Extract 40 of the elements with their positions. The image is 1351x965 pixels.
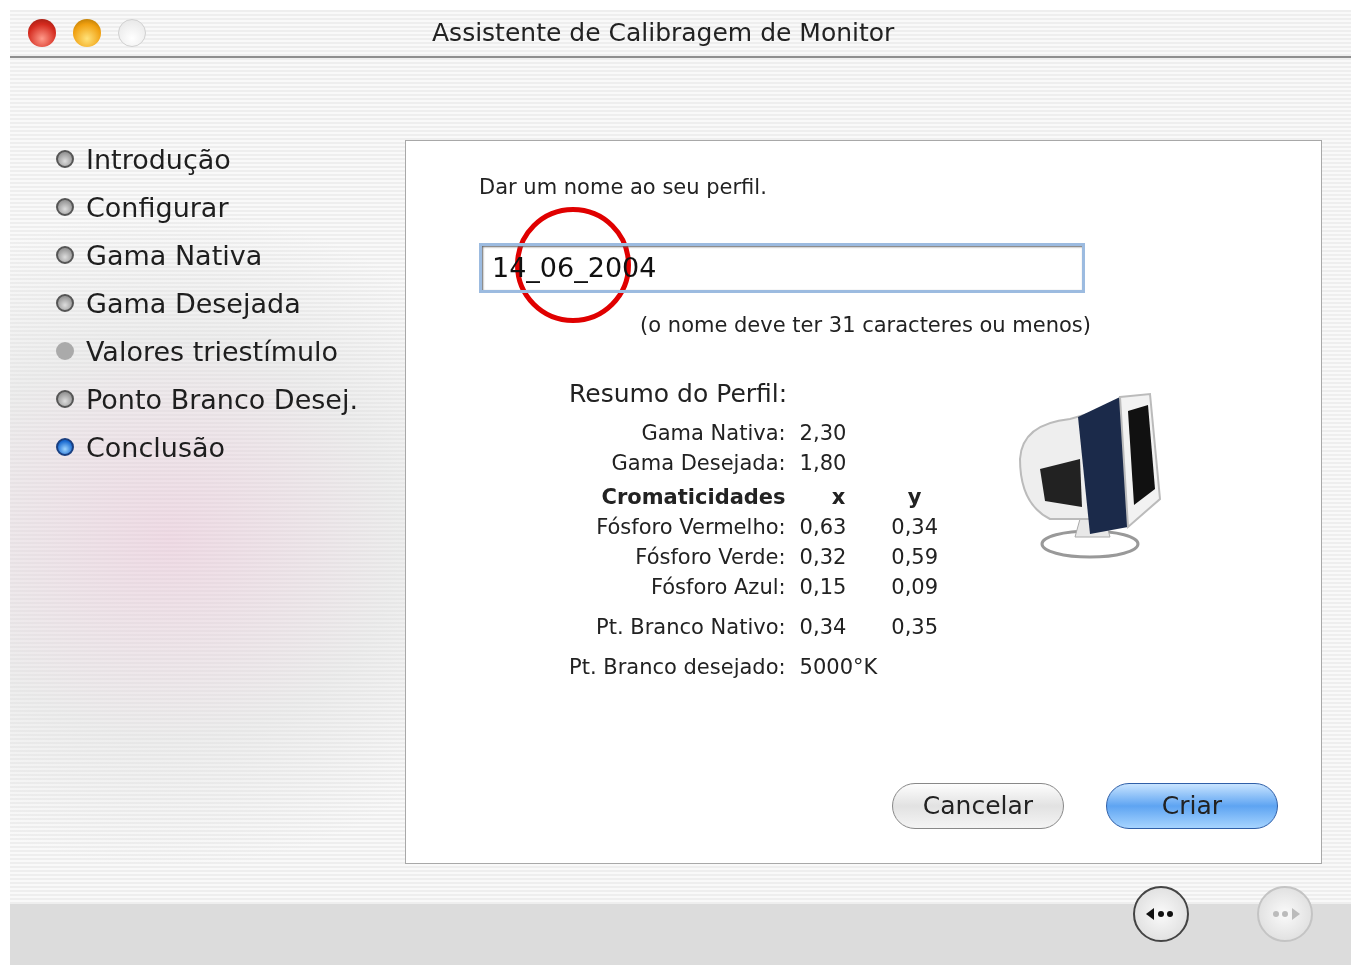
zoom-button[interactable] — [118, 18, 146, 47]
prompt-text: Dar um nome ao seu perfil. — [479, 174, 768, 199]
summary-label: Gama Nativa: — [640, 419, 786, 447]
step-item: Valores triestímulo — [56, 333, 405, 369]
summary-label: Gama Desejada: — [610, 449, 786, 477]
cancel-button[interactable]: Cancelar — [892, 782, 1064, 829]
step-item: Introdução — [56, 141, 405, 177]
summary-label: Fósforo Azul: — [649, 573, 786, 601]
close-button[interactable] — [28, 18, 56, 47]
step-item: Conclusão — [56, 429, 405, 465]
summary-label: Fósforo Vermelho: — [595, 513, 786, 541]
window-title: Assistente de Calibragem de Monitor — [432, 18, 895, 48]
summary-value: 0,35 — [891, 613, 939, 641]
step-item: Configurar — [56, 189, 405, 225]
summary-value: 0,34 — [799, 613, 848, 641]
summary-value: 0,63 — [799, 513, 848, 541]
left-arrow-icon — [1146, 906, 1176, 921]
summary-label: Cromaticidades — [600, 483, 786, 511]
summary-value: x — [830, 483, 847, 511]
summary-value: 0,15 — [799, 573, 848, 601]
summary-value: 1,80 — [799, 449, 848, 477]
summary-label: Pt. Branco desejado: — [569, 653, 786, 681]
back-button[interactable] — [1133, 885, 1189, 942]
summary-value: 2,30 — [799, 419, 848, 447]
step-item: Gama Nativa — [56, 237, 405, 273]
hint-text: (o nome deve ter 31 caracteres ou menos) — [639, 312, 1091, 337]
minimize-button[interactable] — [73, 18, 101, 47]
summary-value: 0,59 — [891, 543, 939, 571]
summary-label: Fósforo Verde: — [634, 543, 786, 571]
summary-title: Resumo do Perfil: — [569, 378, 789, 408]
create-button[interactable]: Criar — [1106, 782, 1278, 829]
right-arrow-icon — [1270, 906, 1300, 921]
step-item: Ponto Branco Desej. — [56, 381, 405, 417]
summary-value: 0,34 — [891, 513, 939, 541]
step-item: Gama Desejada — [56, 285, 405, 321]
summary-value: 0,09 — [891, 573, 939, 601]
summary-value: 0,32 — [799, 543, 848, 571]
summary-value: 5000°K — [799, 653, 878, 681]
summary-label: Pt. Branco Nativo: — [595, 613, 786, 641]
summary-value: y — [906, 483, 923, 511]
